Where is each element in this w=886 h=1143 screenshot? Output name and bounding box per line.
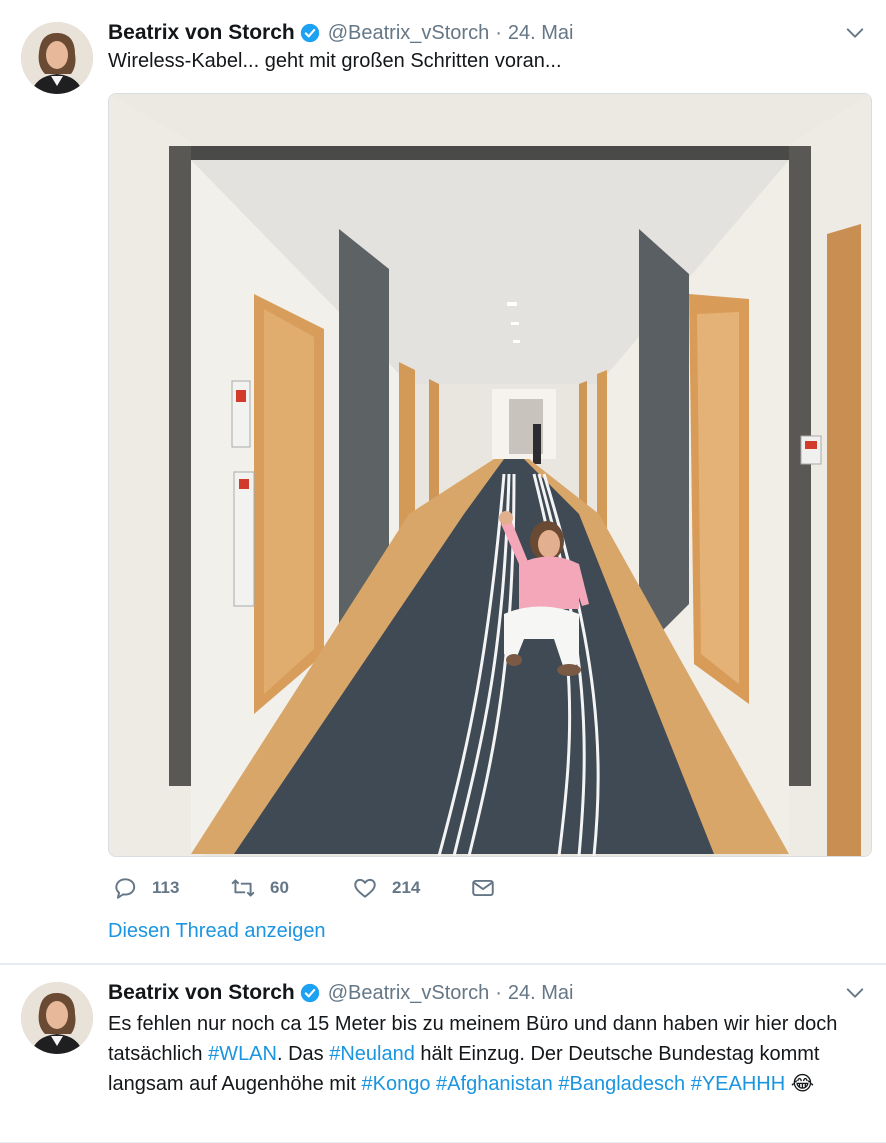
chevron-down-icon[interactable]	[844, 22, 866, 44]
text-segment: . Das	[276, 1043, 330, 1065]
hashtag-link[interactable]: #Kongo	[362, 1073, 431, 1095]
author-handle[interactable]: @Beatrix_vStorch	[328, 22, 489, 45]
tweet-date[interactable]: 24. Mai	[508, 982, 574, 1005]
reply-icon	[115, 878, 136, 899]
tweet[interactable]: Beatrix von Storch @Beatrix_vStorch · 24…	[0, 965, 886, 1143]
heart-icon	[354, 878, 376, 898]
reply-button[interactable]: 113	[112, 872, 179, 904]
hallway-photo	[109, 94, 871, 856]
separator-dot: ·	[495, 981, 502, 1004]
like-button[interactable]: 214	[352, 872, 420, 904]
direct-message-button[interactable]	[470, 872, 510, 904]
author-name[interactable]: Beatrix von Storch	[108, 21, 295, 45]
retweet-icon	[231, 879, 255, 897]
retweet-button[interactable]: 60	[230, 872, 289, 904]
like-count: 214	[392, 878, 421, 897]
hashtag-link[interactable]: #Afghanistan	[436, 1073, 553, 1095]
tweet-photo[interactable]	[108, 93, 872, 857]
tweet-text: Es fehlen nur noch ca 15 Meter bis zu me…	[108, 1009, 868, 1099]
tweet-header: Beatrix von Storch @Beatrix_vStorch · 24…	[108, 18, 866, 48]
author-handle[interactable]: @Beatrix_vStorch	[328, 982, 489, 1005]
laughing-emoji-icon: 😂	[790, 1073, 815, 1095]
hashtag-link[interactable]: #WLAN	[208, 1043, 277, 1065]
timeline: Beatrix von Storch @Beatrix_vStorch · 24…	[0, 0, 886, 1143]
hashtag-link[interactable]: #Bangladesch	[558, 1073, 685, 1095]
tweet-text: Wireless-Kabel... geht mit großen Schrit…	[108, 50, 562, 72]
hashtag-link[interactable]: #YEAHHH	[691, 1073, 785, 1095]
avatar[interactable]	[21, 982, 93, 1054]
avatar[interactable]	[21, 22, 93, 94]
tweet-header: Beatrix von Storch @Beatrix_vStorch · 24…	[108, 978, 866, 1008]
chevron-down-icon[interactable]	[844, 982, 866, 1004]
verified-badge-icon	[300, 23, 319, 43]
tweet-actions: 113 60 214	[108, 872, 608, 904]
tweet[interactable]: Beatrix von Storch @Beatrix_vStorch · 24…	[0, 0, 886, 964]
verified-badge-icon	[300, 983, 319, 1003]
author-name[interactable]: Beatrix von Storch	[108, 981, 295, 1005]
reply-count: 113	[152, 878, 180, 897]
retweet-count: 60	[270, 878, 289, 897]
tweet-date[interactable]: 24. Mai	[508, 22, 574, 45]
separator-dot: ·	[495, 21, 502, 44]
show-thread-link[interactable]: Diesen Thread anzeigen	[108, 920, 326, 943]
envelope-icon	[472, 879, 494, 897]
hashtag-link[interactable]: #Neuland	[329, 1043, 415, 1065]
